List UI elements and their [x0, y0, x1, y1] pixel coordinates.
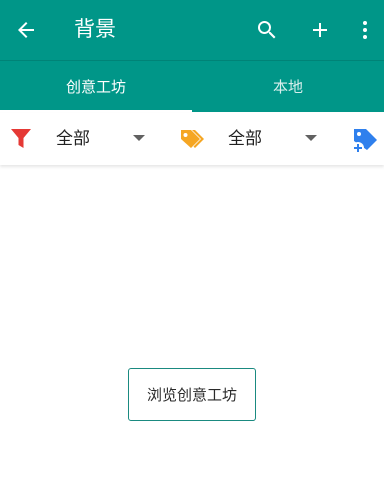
add-button[interactable] — [303, 10, 337, 50]
tab-workshop[interactable]: 创意工坊 — [0, 61, 192, 112]
type-filter-value[interactable]: 全部 — [56, 127, 90, 151]
add-tag-button[interactable] — [350, 125, 380, 155]
page-title: 背景 — [74, 17, 116, 41]
funnel-icon — [11, 129, 31, 148]
filter-bar: 全部 全部 — [0, 113, 384, 165]
tag-filter-value[interactable]: 全部 — [228, 127, 262, 151]
chevron-down-icon[interactable] — [305, 135, 317, 141]
tab-bar: 创意工坊 本地 — [0, 60, 384, 112]
more-vert-icon — [363, 21, 367, 39]
tag-add-icon — [352, 129, 377, 154]
tag-filter-button[interactable] — [178, 125, 206, 153]
app-bar: 背景 — [0, 0, 384, 60]
search-icon — [258, 21, 276, 39]
tab-local[interactable]: 本地 — [192, 61, 384, 112]
type-filter-button[interactable] — [8, 125, 34, 153]
browse-workshop-button[interactable]: 浏览创意工坊 — [128, 368, 256, 421]
more-options-button[interactable] — [352, 10, 378, 50]
plus-icon — [313, 23, 327, 37]
back-button[interactable] — [8, 10, 44, 50]
search-button[interactable] — [250, 10, 284, 50]
arrow-back-icon — [18, 22, 34, 38]
chevron-down-icon[interactable] — [133, 135, 145, 141]
tag-icon — [181, 130, 204, 148]
